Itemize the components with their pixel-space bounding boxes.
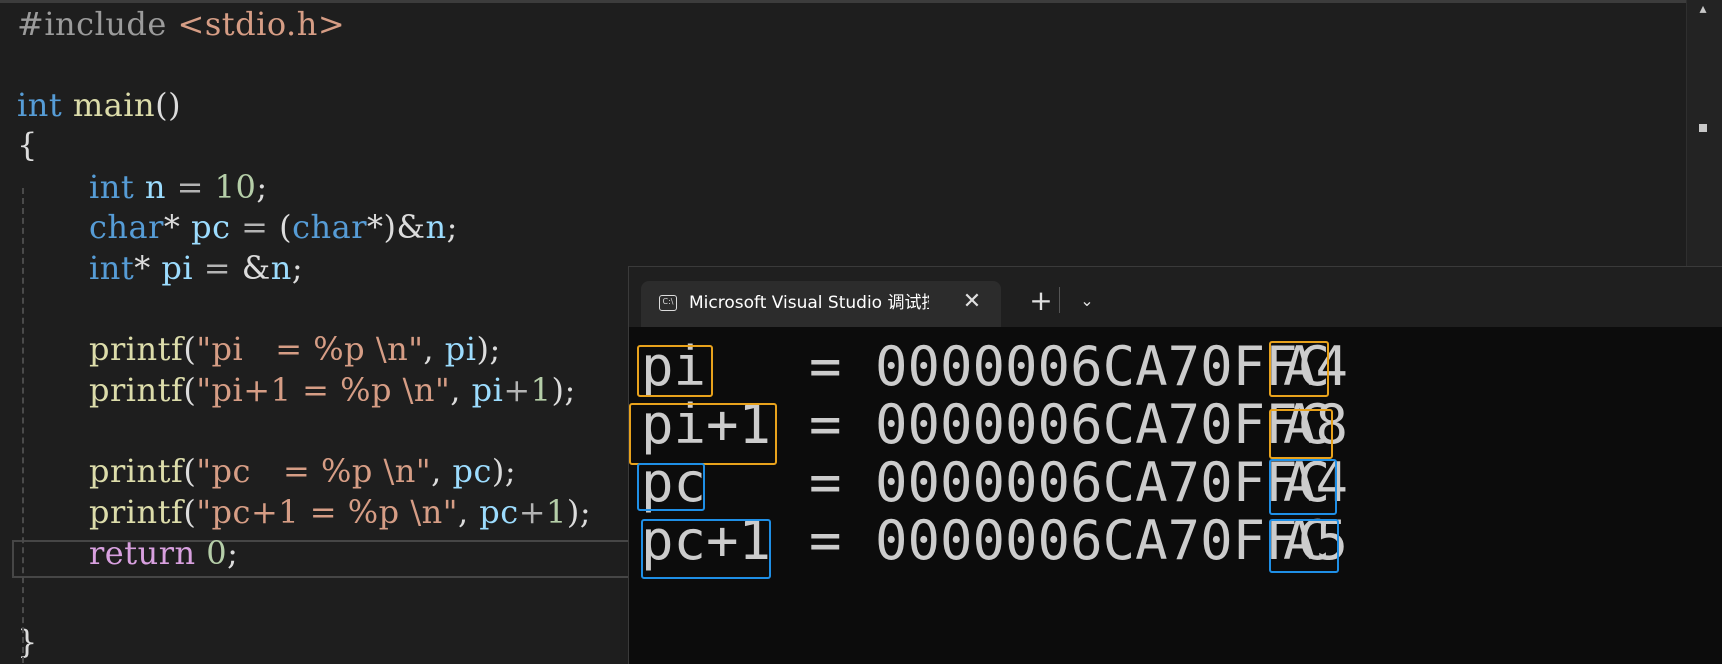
plus-op: + xyxy=(503,371,531,409)
type-keyword: int xyxy=(89,249,135,287)
highlight-box-tail xyxy=(1269,341,1329,397)
literal-10: 10 xyxy=(214,168,257,206)
literal-1: 1 xyxy=(530,371,552,409)
format-string: "pc+1 = %p \n" xyxy=(196,493,458,531)
tab-title: Microsoft Visual Studio 调试控制台 xyxy=(689,293,929,313)
address-of-op: & xyxy=(241,249,271,287)
close-tab-icon[interactable]: ✕ xyxy=(959,289,985,315)
console-icon: C:\ xyxy=(659,295,677,311)
literal-1: 1 xyxy=(546,493,567,531)
output-equals: = xyxy=(809,335,842,398)
code-line-open-brace: { xyxy=(17,123,38,167)
assign-op: = xyxy=(241,208,269,246)
var-pc: pc xyxy=(191,208,231,246)
function-name-printf: printf xyxy=(89,330,184,368)
code-line-decl-pc: char* pc = (char*)&n; xyxy=(17,205,458,249)
code-line-include: #include <stdio.h> xyxy=(17,2,345,46)
cast-close: *) xyxy=(367,208,397,246)
type-keyword: char xyxy=(89,208,164,246)
chevron-down-icon[interactable]: ⌄ xyxy=(1069,285,1105,317)
scroll-up-arrow-icon[interactable]: ▴ xyxy=(1695,0,1711,18)
address-prefix: 0000006CA70FFC xyxy=(875,393,1331,456)
highlight-box-label xyxy=(641,519,771,579)
var-n: n xyxy=(144,168,166,206)
code-line-decl-pi: int* pi = &n; xyxy=(17,246,303,290)
scroll-position-marker xyxy=(1699,124,1707,132)
cast-type: char xyxy=(292,208,368,246)
code-line-printf-pi-plus-1: printf("pi+1 = %p \n", pi+1); xyxy=(89,371,576,409)
arg-var: pc xyxy=(452,452,492,490)
function-name-printf: printf xyxy=(89,452,184,490)
assign-op: = xyxy=(176,168,204,206)
pointer-star: * xyxy=(134,249,151,287)
semicolon: ; xyxy=(291,249,304,287)
cast-open: ( xyxy=(279,208,293,246)
var-n: n xyxy=(425,208,447,246)
output-equals: = xyxy=(809,393,842,456)
code-line-printf-pi: printf("pi = %p \n", pi); xyxy=(89,330,501,368)
terminal-tab[interactable]: C:\ Microsoft Visual Studio 调试控制台 ✕ xyxy=(641,281,1001,327)
code-line-printf-pc: printf("pc = %p \n", pc); xyxy=(89,452,517,490)
arg-var: pi xyxy=(444,330,477,368)
literal-0: 0 xyxy=(206,534,228,572)
preprocessor-directive: #include xyxy=(17,5,167,43)
code-line-close-brace: } xyxy=(17,620,38,663)
highlight-box-label xyxy=(637,345,713,397)
code-line-printf-pc-plus-1: printf("pc+1 = %p \n", pc+1); xyxy=(89,493,592,531)
var-pi: pi xyxy=(161,249,194,287)
type-keyword: int xyxy=(89,168,135,206)
address-of-op: & xyxy=(396,208,426,246)
close-brace: } xyxy=(17,623,38,661)
semicolon: ; xyxy=(227,534,239,572)
assign-op: = xyxy=(203,249,232,287)
var-n: n xyxy=(270,249,292,287)
output-equals: = xyxy=(809,509,842,572)
function-name-printf: printf xyxy=(89,493,184,531)
arg-var: pc xyxy=(479,493,519,531)
keyword-return: return xyxy=(89,534,196,572)
tab-separator xyxy=(1059,287,1060,313)
new-tab-button[interactable]: + xyxy=(1021,283,1061,319)
include-header: <stdio.h> xyxy=(177,5,346,43)
function-name-main: main xyxy=(72,86,156,124)
format-string: "pi+1 = %p \n" xyxy=(196,371,451,409)
plus-op: + xyxy=(518,493,546,531)
format-string: "pc = %p \n" xyxy=(196,452,432,490)
terminal-tab-bar: C:\ Microsoft Visual Studio 调试控制台 ✕ + ⌄ xyxy=(629,267,1722,327)
function-name-printf: printf xyxy=(89,371,184,409)
semicolon: ; xyxy=(256,168,268,206)
address-prefix: 0000006CA70FFC xyxy=(875,509,1331,572)
terminal-window[interactable]: C:\ Microsoft Visual Studio 调试控制台 ✕ + ⌄ … xyxy=(628,266,1722,664)
address-prefix: 0000006CA70FFC xyxy=(875,335,1331,398)
highlight-box-label xyxy=(637,463,705,511)
code-line-decl-n: int n = 10; xyxy=(17,165,268,209)
highlight-box-tail xyxy=(1269,519,1339,573)
highlight-box-tail xyxy=(1269,459,1337,515)
arg-var: pi xyxy=(471,371,504,409)
code-line-return: return 0; xyxy=(17,531,238,575)
pointer-star: * xyxy=(163,208,181,246)
address-prefix: 0000006CA70FFC xyxy=(875,451,1331,514)
format-string: "pi = %p \n" xyxy=(196,330,424,368)
indent-guide xyxy=(22,188,24,663)
keyword-int: int xyxy=(17,86,63,124)
main-parens: () xyxy=(155,86,182,124)
open-brace: { xyxy=(17,126,38,164)
output-equals: = xyxy=(809,451,842,514)
code-line-main: int main() xyxy=(17,83,181,127)
semicolon: ; xyxy=(446,208,458,246)
